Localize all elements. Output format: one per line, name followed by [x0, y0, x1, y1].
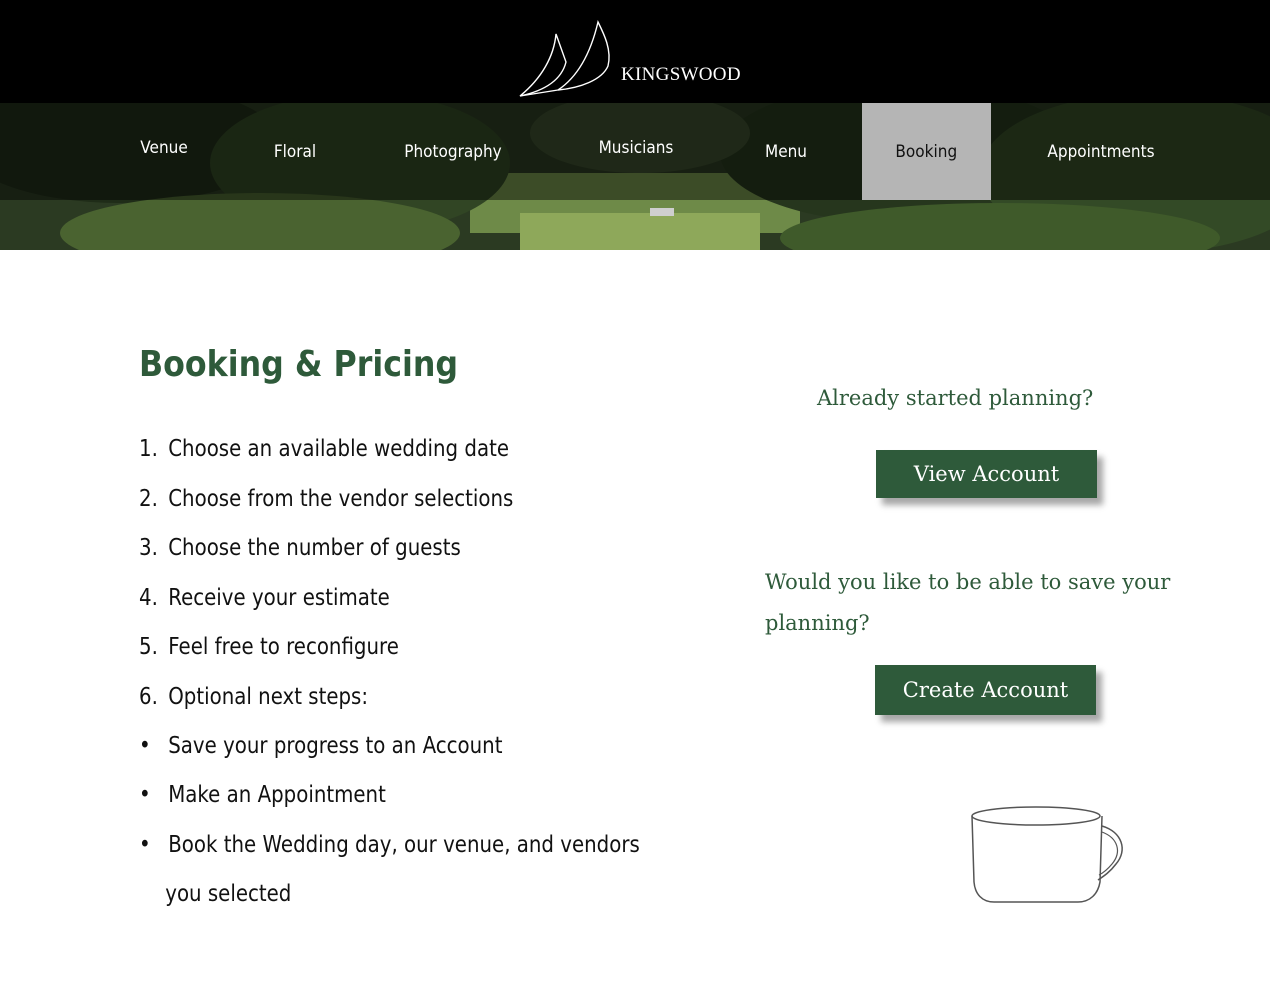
- step-3: 3. Choose the number of guests: [139, 535, 461, 561]
- bullet-item-2-text: Make an Appointment: [168, 782, 386, 808]
- bullet-item-3-continued: you selected: [136, 881, 291, 907]
- hero-banner: Venue Floral Photography Musicians Menu …: [0, 103, 1270, 250]
- nav-floral[interactable]: Floral: [259, 103, 331, 200]
- nav-venue[interactable]: Venue: [128, 103, 200, 196]
- step-2-text: Choose from the vendor selections: [168, 486, 514, 512]
- create-account-button[interactable]: Create Account: [875, 665, 1096, 715]
- step-2: 2. Choose from the vendor selections: [139, 486, 513, 512]
- site-header: KINGSWOOD: [0, 0, 1270, 104]
- save-planning-heading: Would you like to be able to save your p…: [765, 570, 1171, 635]
- coffee-cup-icon: [971, 806, 1123, 903]
- bullet-icon: •: [139, 832, 151, 858]
- step-1-number: 1.: [139, 436, 158, 462]
- brand-name[interactable]: KINGSWOOD: [621, 64, 741, 86]
- step-3-text: Choose the number of guests: [168, 535, 461, 561]
- bullet-icon: •: [139, 782, 151, 808]
- nav-booking-label: Booking: [895, 141, 958, 162]
- step-4: 4. Receive your estimate: [139, 585, 390, 611]
- bullet-item-2: • Make an Appointment: [139, 782, 386, 808]
- step-1-text: Choose an available wedding date: [168, 436, 510, 462]
- step-4-text: Receive your estimate: [168, 585, 390, 611]
- bullet-item-1-text: Save your progress to an Account: [168, 733, 503, 759]
- bullet-continuation-text: you selected: [165, 881, 292, 907]
- bullet-icon: •: [139, 733, 151, 759]
- step-6-text: Optional next steps:: [168, 684, 369, 710]
- step-5-text: Feel free to reconfigure: [168, 634, 399, 660]
- sail-logo-icon[interactable]: [514, 16, 624, 100]
- view-account-button[interactable]: View Account: [876, 450, 1097, 498]
- step-5: 5. Feel free to reconfigure: [139, 634, 399, 660]
- nav-photography[interactable]: Photography: [398, 103, 508, 200]
- bullet-item-3: • Book the Wedding day, our venue, and ve…: [139, 832, 640, 858]
- nav-appointments[interactable]: Appointments: [1040, 103, 1162, 200]
- nav-booking[interactable]: Booking: [862, 103, 991, 200]
- page-title: Booking & Pricing: [139, 344, 459, 385]
- step-1: 1. Choose an available wedding date: [139, 436, 509, 462]
- step-6: 6. Optional next steps:: [139, 684, 368, 710]
- bullet-item-3-text: Book the Wedding day, our venue, and ven…: [168, 832, 640, 858]
- step-3-number: 3.: [139, 535, 158, 561]
- bullet-item-1: • Save your progress to an Account: [139, 733, 502, 759]
- step-5-number: 5.: [139, 634, 158, 660]
- nav-musicians[interactable]: Musicians: [587, 103, 686, 196]
- step-6-number: 6.: [139, 684, 158, 710]
- step-2-number: 2.: [139, 486, 158, 512]
- already-planning-heading: Already started planning?: [817, 386, 1094, 410]
- nav-menu[interactable]: Menu: [752, 103, 820, 200]
- step-4-number: 4.: [139, 585, 158, 611]
